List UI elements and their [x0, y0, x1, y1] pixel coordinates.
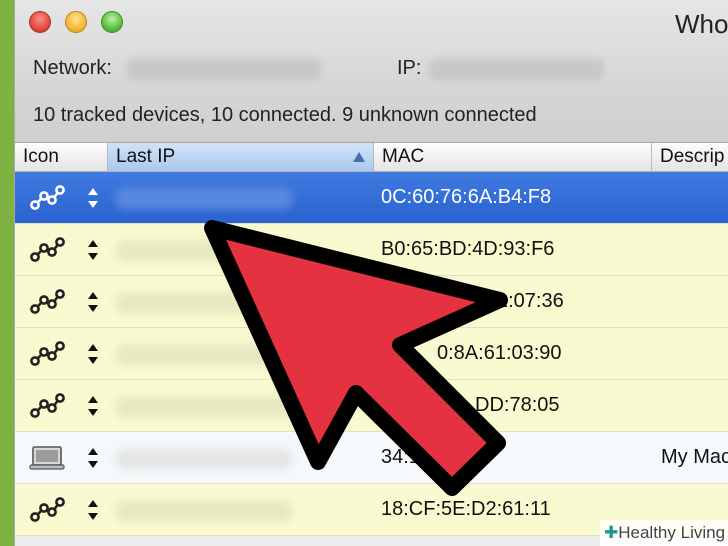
table-header: Icon Last IP MAC Descrip [15, 143, 728, 172]
network-link-icon [29, 393, 65, 419]
order-stepper-icon[interactable] [87, 394, 99, 418]
whosonmywifi-window: Who Network: IP: 10 tracked devices, 10 … [14, 0, 728, 546]
ip-value-redacted [429, 58, 604, 80]
column-header-icon[interactable]: Icon [15, 143, 107, 171]
mac-address: 1:07:36 [497, 290, 564, 312]
order-stepper-icon[interactable] [87, 290, 99, 314]
mac-address: B0:65:BD:4D:93:F6 [381, 238, 555, 260]
table-row[interactable]: 0C:60:76:6A:B4:F8 [15, 172, 728, 224]
network-value-redacted [127, 58, 322, 80]
laptop-icon [29, 445, 65, 471]
plus-icon: ✚ [604, 523, 619, 542]
zoom-window-button[interactable] [101, 11, 123, 33]
network-link-icon [29, 185, 65, 211]
last-ip-redacted [115, 240, 293, 262]
network-link-icon [29, 341, 65, 367]
mac-address: DD:78:05 [475, 394, 560, 416]
order-stepper-icon[interactable] [87, 238, 99, 262]
network-link-icon [29, 289, 65, 315]
mac-address: 18:CF:5E:D2:61:11 [381, 498, 551, 520]
table-row[interactable]: DD:78:05 [15, 380, 728, 432]
order-stepper-icon[interactable] [87, 446, 99, 470]
window-title: Who [675, 9, 728, 39]
watermark: ✚Healthy Living [600, 520, 728, 546]
order-stepper-icon[interactable] [87, 498, 99, 522]
title-bar: Who Network: IP: 10 tracked devices, 10 … [15, 0, 728, 143]
table-row[interactable]: 0:8A:61:03:90 [15, 328, 728, 380]
network-label: Network: [33, 57, 112, 79]
column-header-mac[interactable]: MAC [373, 143, 651, 171]
last-ip-redacted [115, 344, 293, 366]
last-ip-redacted [115, 188, 293, 210]
mac-address: 34:15:9A:98 [381, 446, 489, 468]
column-header-last-ip[interactable]: Last IP [107, 143, 373, 171]
network-link-icon [29, 237, 65, 263]
close-window-button[interactable] [29, 11, 51, 33]
order-stepper-icon[interactable] [87, 342, 99, 366]
mac-address: 0C:60:76:6A:B4:F8 [381, 186, 552, 208]
column-header-last-ip-label: Last IP [116, 146, 176, 167]
table-row[interactable]: 34:15:9A:98 My Mac [15, 432, 728, 484]
ip-label: IP: [397, 57, 422, 79]
table-row[interactable]: B0:65:BD:4D:93:F6 [15, 224, 728, 276]
mac-address: 0:8A:61:03:90 [437, 342, 562, 364]
network-link-icon [29, 497, 65, 523]
watermark-text: Healthy Living [618, 523, 726, 542]
last-ip-redacted [115, 500, 293, 522]
table-row[interactable]: 1:07:36 [15, 276, 728, 328]
last-ip-redacted [115, 396, 293, 418]
sort-ascending-icon [353, 152, 365, 162]
last-ip-redacted [115, 448, 293, 470]
device-summary: 10 tracked devices, 10 connected. 9 unkn… [33, 104, 537, 126]
device-description: My Mac [661, 446, 728, 468]
last-ip-redacted [115, 292, 293, 314]
order-stepper-icon[interactable] [87, 186, 99, 210]
column-header-description[interactable]: Descrip [651, 143, 728, 171]
minimize-window-button[interactable] [65, 11, 87, 33]
